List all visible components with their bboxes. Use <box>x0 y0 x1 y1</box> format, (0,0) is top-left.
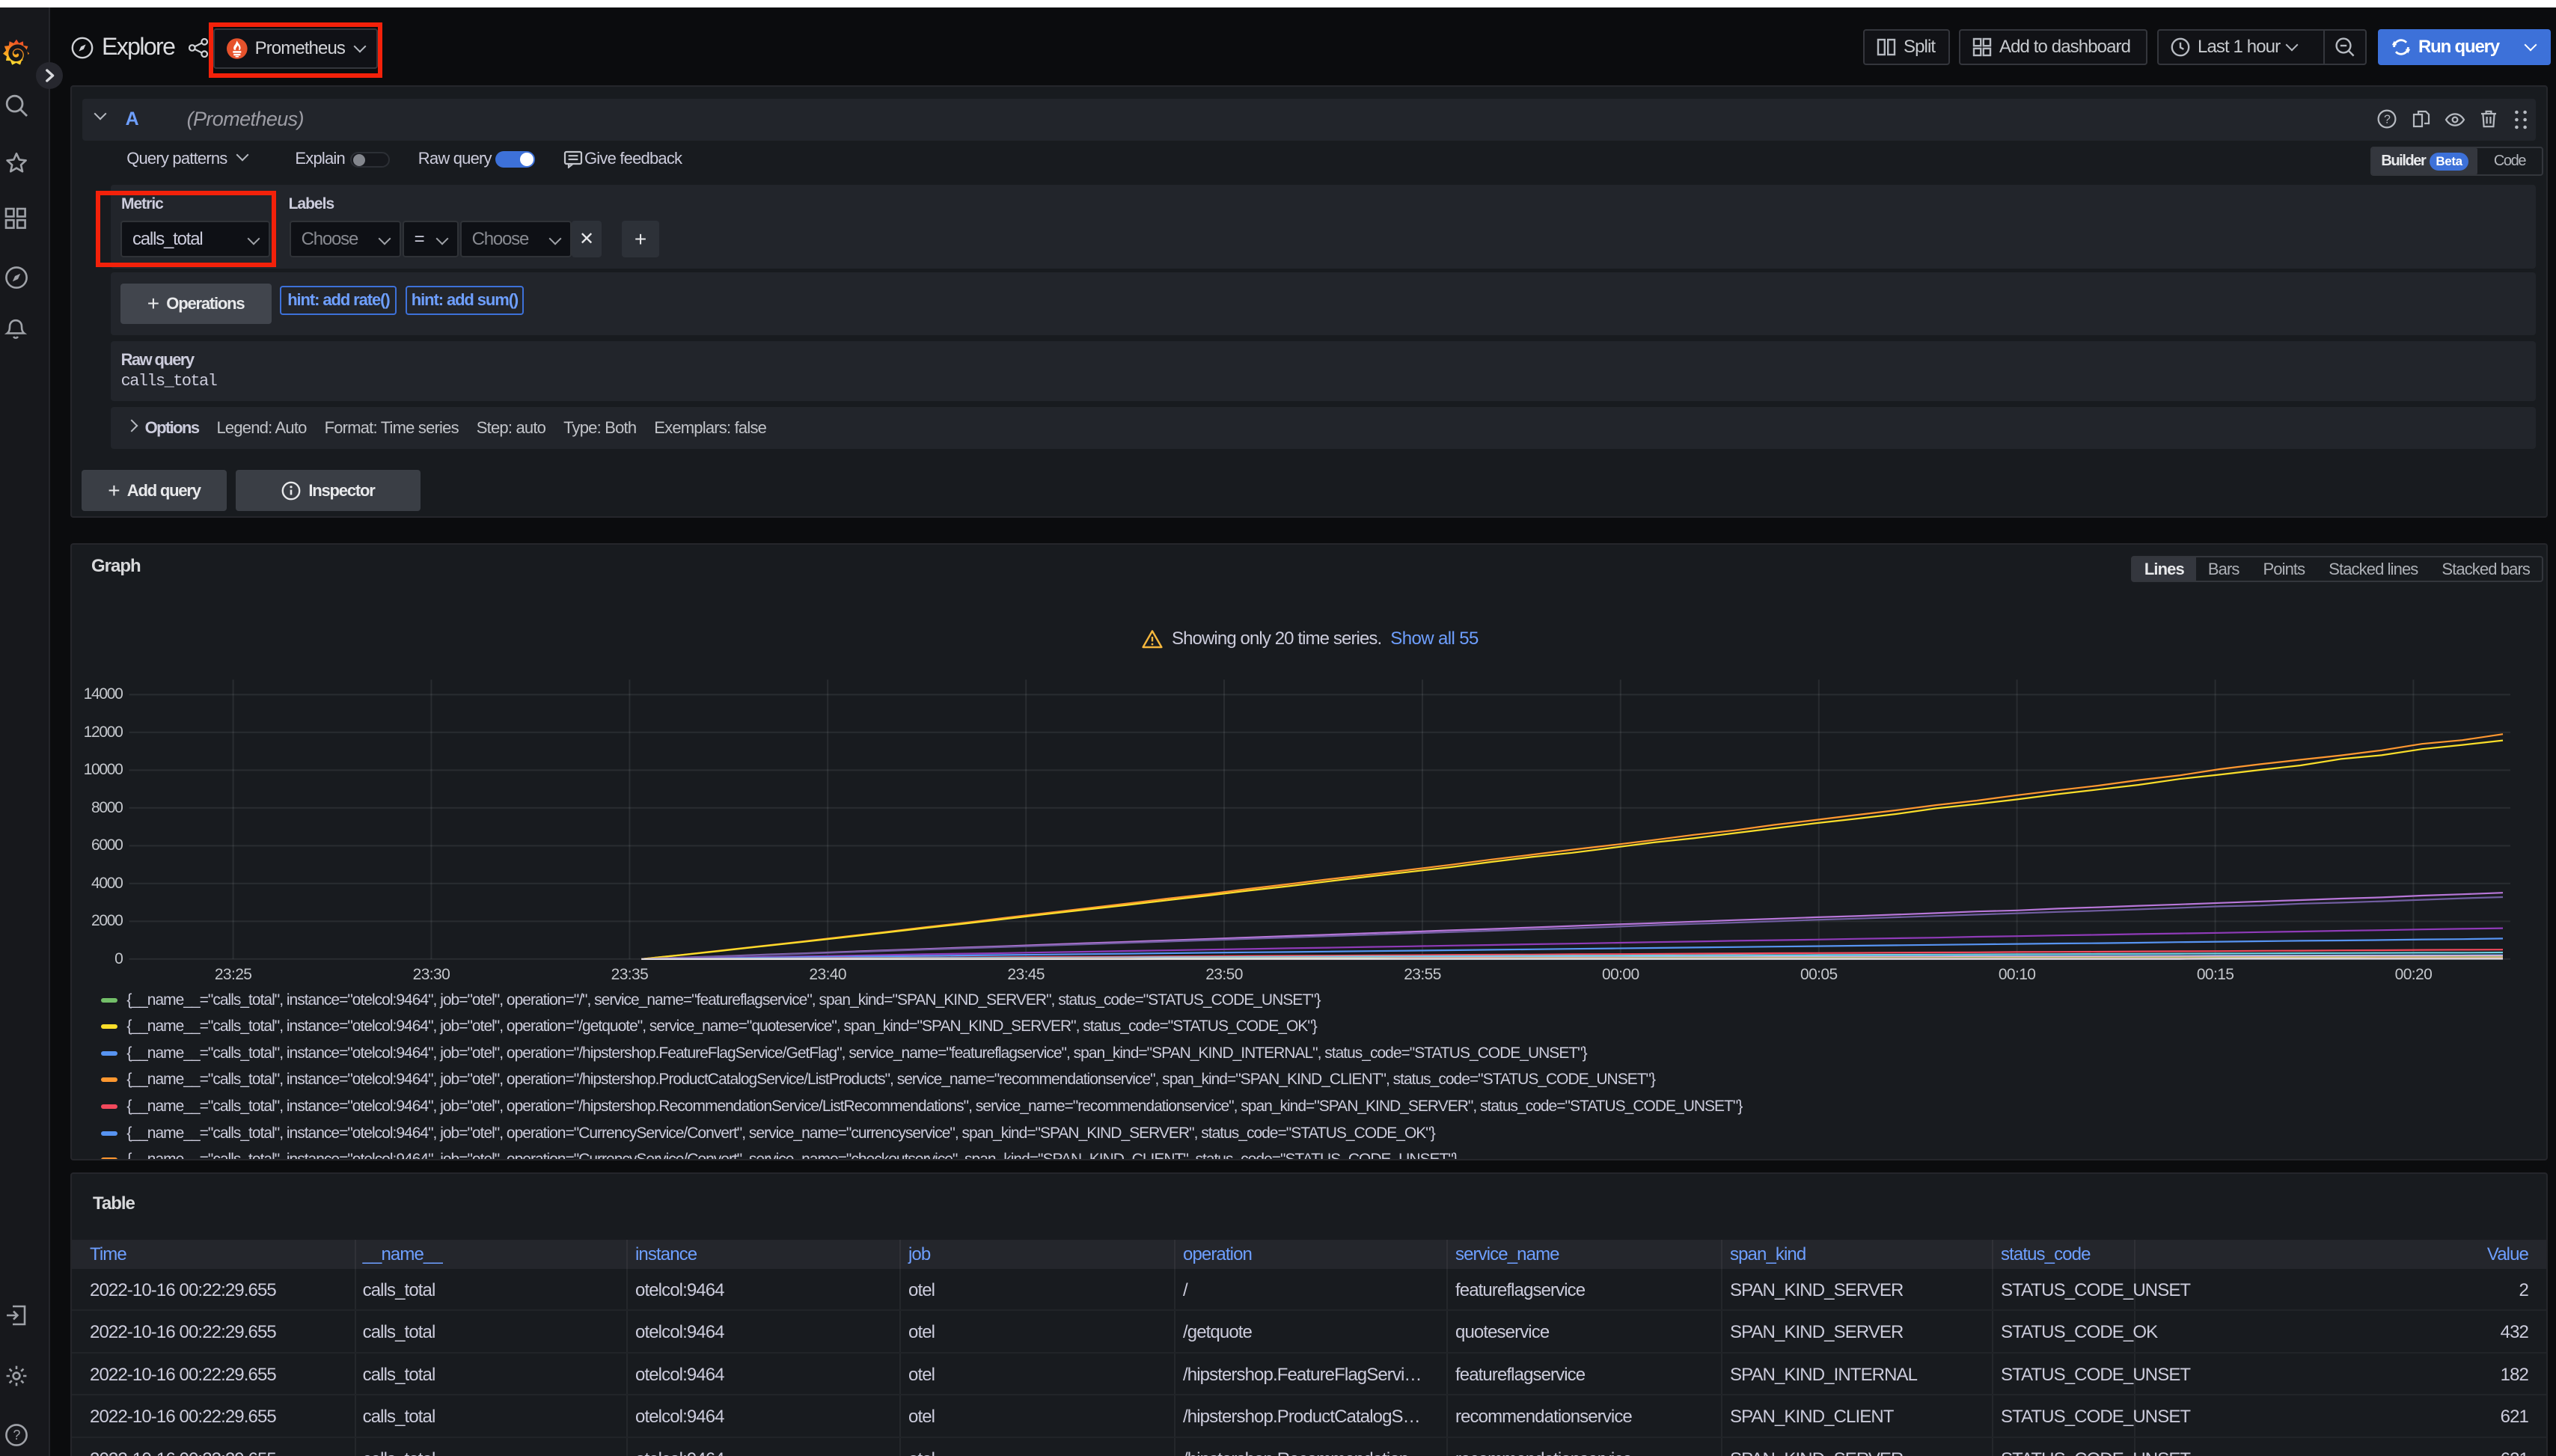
svg-text:?: ? <box>13 1428 20 1443</box>
svg-text:?: ? <box>2384 113 2391 126</box>
